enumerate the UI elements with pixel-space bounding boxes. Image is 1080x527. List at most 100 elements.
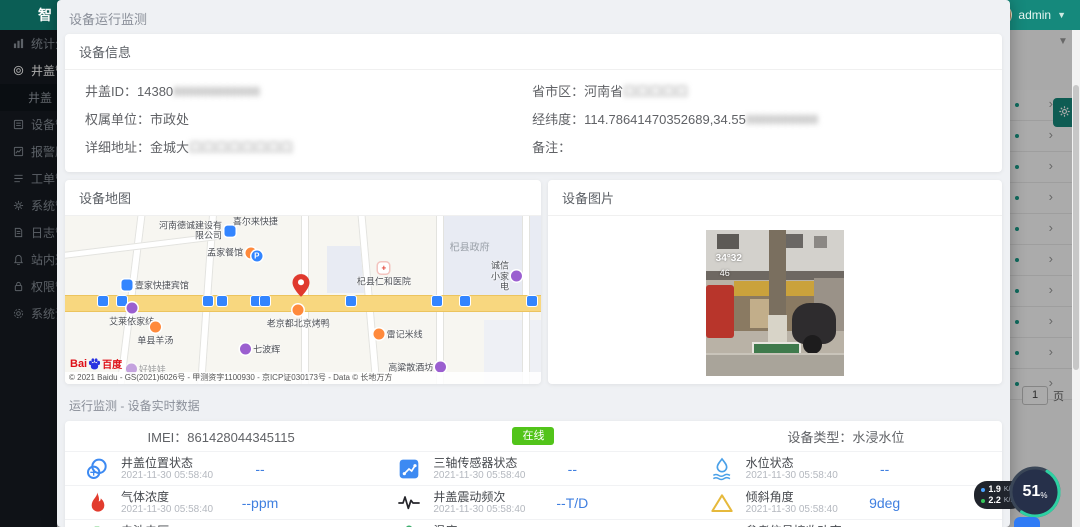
scrollbar-thumb[interactable] <box>1073 85 1079 370</box>
metric-label: 倾斜角度 <box>746 490 838 504</box>
photo-watermark: 46 <box>720 268 730 278</box>
chat-bubble-icon[interactable] <box>1014 517 1040 527</box>
map-poi: 壹家快捷宾馆 <box>122 278 189 291</box>
poi-hospital-icon: + <box>378 262 389 273</box>
map-poi: 孟家餐馆 <box>207 247 256 258</box>
realtime-data-card: IMEI：861428044345115 在线 设备类型：水浸水位 井盖位置状态… <box>65 421 1002 527</box>
map-poi: +杞县仁和医院 <box>357 262 411 287</box>
monitor-cell-manhole-status: 井盖位置状态2021-11-30 05:58:40 -- <box>65 452 377 485</box>
poi-hotel-icon <box>122 279 133 290</box>
device-photo[interactable]: 34°32 46 <box>706 230 844 376</box>
device-map-card: 设备地图 Bai <box>65 180 541 384</box>
memory-percent-badge[interactable]: 51% <box>1008 465 1062 519</box>
metric-value: -- <box>880 461 889 477</box>
device-photo-title: 设备图片 <box>548 180 1002 216</box>
upload-dot-icon <box>981 488 985 492</box>
map-poi: 七波辉 <box>240 342 280 355</box>
photo-watermark: 34°32 <box>716 253 742 264</box>
bus-stop-icon <box>203 296 213 306</box>
metric-timestamp: 2021-11-30 05:58:40 <box>433 470 525 482</box>
username: admin <box>1018 8 1051 22</box>
map-poi: 河南德诚建设有限公司 <box>152 221 235 242</box>
map-poi: P <box>251 251 264 262</box>
monitor-cell-triaxial-sensor: 三轴传感器状态2021-11-30 05:58:40-- <box>377 452 689 485</box>
monitor-cell-battery: 电池电压2021-11-30 05:58:403.68V <box>65 520 377 527</box>
info-left: 井盖ID：14380888888888888权属单位：市政处详细地址：金城大口口… <box>65 78 524 162</box>
metric-value: --ppm <box>242 495 279 511</box>
map-poi: 单县羊汤 <box>137 321 173 346</box>
water-level-icon <box>710 457 734 481</box>
metric-value: -- <box>568 461 577 477</box>
app-logo-text: 智 <box>38 7 55 23</box>
map-poi: 老京都北京烤鸭 <box>267 304 330 329</box>
monitor-cell-temperature: 温度2021-11-30 05:58:408°C <box>377 520 689 527</box>
scrollbar[interactable] <box>1072 30 1080 527</box>
metric-value: --T/D <box>556 495 588 511</box>
manhole-status-icon <box>85 457 109 481</box>
modal-title: 设备运行监测 <box>57 0 1010 34</box>
info-right: 省市区：河南省口口口口口经纬度：114.78641470352689,34.55… <box>524 78 1002 162</box>
map-poi: 诚信小家电 <box>484 261 522 292</box>
metric-label: 气体浓度 <box>121 490 213 504</box>
imei: IMEI：861428044345115 <box>65 427 377 446</box>
map-poi: 雷记米线 <box>374 327 423 340</box>
download-dot-icon <box>981 499 985 503</box>
tilt-icon <box>710 491 734 515</box>
poi-label: 七波辉 <box>253 342 280 355</box>
baidu-paw-icon <box>88 358 101 370</box>
map-body[interactable]: Bai 百度 © 2021 Baidu - GS(2021)6026号 - 甲测… <box>65 216 541 384</box>
map-poi: 杞县政府 <box>450 239 490 254</box>
metric-value: -- <box>255 461 264 477</box>
info-field: 省市区：河南省口口口口口 <box>532 78 1002 106</box>
metric-label: 井盖位置状态 <box>121 456 213 470</box>
info-field: 详细地址：金城大口口口口口口口口 <box>85 134 524 162</box>
monitor-row: 气体浓度2021-11-30 05:58:40--ppm井盖震动频次2021-1… <box>65 485 1002 519</box>
vibration-icon <box>397 491 421 515</box>
poi-label: 单县羊汤 <box>137 333 173 346</box>
info-field: 经纬度：114.78641470352689,34.558888888888 <box>532 106 1002 134</box>
bus-stop-icon <box>527 296 537 306</box>
poi-label: 河南德诚建设有限公司 <box>152 221 222 242</box>
map-copyright: © 2021 Baidu - GS(2021)6026号 - 甲测资字11009… <box>65 372 541 384</box>
poi-shop-icon <box>511 271 522 282</box>
metric-label: 温度 <box>433 524 525 527</box>
bus-stop-icon <box>98 296 108 306</box>
status-badge: 在线 <box>512 427 554 445</box>
device-info-card: 设备信息 井盖ID：14380888888888888权属单位：市政处详细地址：… <box>65 34 1002 172</box>
map-poi: 喜尔来快捷 <box>233 216 278 228</box>
photo-red-vehicle <box>706 285 734 338</box>
metric-timestamp: 2021-11-30 05:58:40 <box>746 470 838 482</box>
photo-pavement <box>706 353 844 376</box>
device-info-fields: 井盖ID：14380888888888888权属单位：市政处详细地址：金城大口口… <box>65 70 1002 172</box>
poi-parking-icon: P <box>251 251 262 262</box>
metric-timestamp: 2021-11-30 05:58:40 <box>746 504 838 516</box>
info-field: 权属单位：市政处 <box>85 106 524 134</box>
monitor-section-title: 运行监测 - 设备实时数据 <box>69 397 998 414</box>
poi-label: 诚信小家电 <box>484 261 509 292</box>
metric-label: 井盖震动频次 <box>433 490 525 504</box>
cards-row: 设备地图 Bai <box>65 180 1002 384</box>
device-map-title: 设备地图 <box>65 180 541 216</box>
poi-food-icon <box>150 321 161 332</box>
poi-label: 杞县仁和医院 <box>357 274 411 287</box>
metric-label: 电池电压 <box>121 524 213 527</box>
bus-stop-icon <box>346 296 356 306</box>
poi-food-icon <box>293 304 304 315</box>
monitor-cell-vibration: 井盖震动频次2021-11-30 05:58:40 --T/D <box>377 486 689 519</box>
poi-label: 壹家快捷宾馆 <box>135 278 189 291</box>
poi-label: 孟家餐馆 <box>207 248 243 258</box>
metric-label: 水位状态 <box>746 456 838 470</box>
device-photo-card: 设备图片 <box>548 180 1002 384</box>
poi-label: 雷记米线 <box>387 327 423 340</box>
metric-value: 9deg <box>869 495 900 511</box>
metric-timestamp: 2021-11-30 05:58:40 <box>433 504 525 516</box>
metric-timestamp: 2021-11-30 05:58:40 <box>121 470 213 482</box>
device-info-title: 设备信息 <box>65 34 1002 70</box>
info-field: 备注： <box>532 134 1002 162</box>
info-field: 井盖ID：14380888888888888 <box>85 78 524 106</box>
poi-food-icon <box>374 328 385 339</box>
net-speed-widget[interactable]: 1.9K/s 2.2K/s 51% <box>956 461 1066 527</box>
monitor-cell-gas: 气体浓度2021-11-30 05:58:40 --ppm <box>65 486 377 519</box>
poi-shop-icon <box>240 343 251 354</box>
metric-timestamp: 2021-11-30 05:58:40 <box>121 504 213 516</box>
